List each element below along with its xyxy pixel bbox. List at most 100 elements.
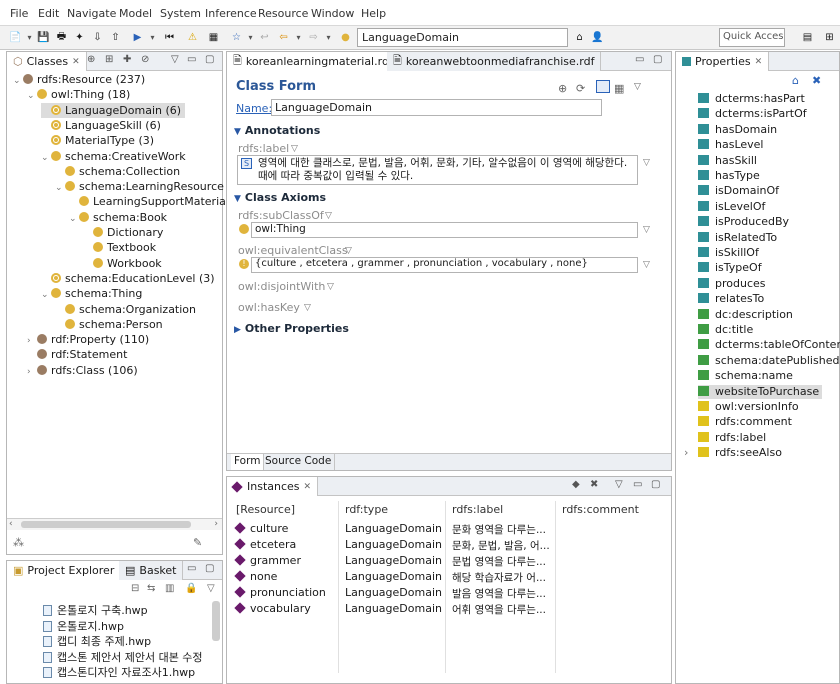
view-menu-icon[interactable]: ▽ [634, 82, 641, 92]
minimize-icon[interactable]: ▭ [635, 54, 644, 65]
export-icon[interactable]: ⇧ [108, 30, 123, 45]
report-icon[interactable]: ▦ [206, 30, 221, 45]
chevron-down-icon[interactable]: ▾ [321, 30, 336, 45]
maximize-icon[interactable]: ▢ [653, 54, 662, 65]
tab-project-explorer[interactable]: ▣ Project Explorer ✕ [7, 561, 133, 580]
value-menu-icon[interactable]: ▽ [643, 158, 650, 168]
name-field[interactable]: LanguageDomain [271, 99, 602, 116]
home-icon[interactable]: ⌂ [572, 30, 587, 45]
expanded-chevron-icon[interactable]: ⌄ [41, 151, 51, 166]
run-icon[interactable]: ▶ [130, 30, 145, 45]
hierarchy-icon[interactable]: ⁂ [13, 536, 24, 549]
value-menu-icon[interactable]: ▽ [643, 260, 650, 270]
chevron-down-icon[interactable]: ▾ [22, 30, 37, 45]
add-superclass-icon[interactable]: ▽ [325, 211, 332, 221]
tab-instances[interactable]: Instances ✕ [227, 477, 319, 496]
new-icon[interactable]: 📄 [8, 30, 23, 45]
add-disjoint-icon[interactable]: ▽ [327, 282, 334, 292]
property-item[interactable]: dc:description [698, 308, 793, 322]
tree-item[interactable]: schema:EducationLevel (3) [41, 271, 215, 286]
property-item[interactable]: relatesTo [698, 292, 764, 306]
class-axioms-section[interactable]: ▼ Class Axioms [234, 191, 326, 204]
tab-form[interactable]: Form [231, 454, 265, 470]
menu-model[interactable]: Model [119, 7, 152, 20]
link-icon[interactable]: ↩ [257, 30, 272, 45]
property-item[interactable]: dcterms:tableOfContents [698, 338, 840, 352]
tab-properties[interactable]: Properties ✕ [676, 52, 770, 71]
scroll-left-icon[interactable]: ‹ [9, 519, 13, 529]
tree-item[interactable]: schema:Person [55, 317, 163, 332]
property-item[interactable]: owl:versionInfo [698, 400, 799, 414]
delete-property-icon[interactable]: ✖ [812, 74, 821, 87]
property-item[interactable]: dcterms:hasPart [698, 92, 805, 106]
property-item[interactable]: websiteToPurchase [698, 384, 823, 399]
lock-icon[interactable]: 🔒 [185, 583, 197, 594]
create-instance-icon[interactable]: ✚ [123, 54, 131, 65]
add-equivalent-icon[interactable]: ▽ [345, 246, 352, 256]
view-menu-icon[interactable]: ▽ [615, 479, 623, 490]
tree-item[interactable]: ⌄ schema:Book [69, 210, 167, 225]
minimize-icon[interactable]: ▭ [633, 479, 642, 490]
menu-window[interactable]: Window [311, 7, 354, 20]
expanded-chevron-icon[interactable]: ⌄ [13, 74, 23, 89]
menu-file[interactable]: File [10, 7, 28, 20]
tree-item[interactable]: rdf:Statement [27, 347, 127, 362]
double-column-icon[interactable]: ▦ [614, 82, 624, 95]
menu-resource[interactable]: Resource [258, 7, 308, 20]
property-item[interactable]: hasLevel [698, 138, 763, 152]
property-item[interactable]: dcterms:isPartOf [698, 107, 807, 121]
perspective-icon[interactable]: ▤ [800, 30, 815, 45]
menu-navigate[interactable]: Navigate [67, 7, 116, 20]
property-item[interactable]: schema:datePublished [698, 354, 839, 368]
add-key-icon[interactable]: ▽ [304, 303, 311, 313]
file-item[interactable]: 캡스톤 제안서 제안서 대본 수정 [43, 650, 203, 665]
back-arrow-icon[interactable]: ⇦ [276, 30, 291, 45]
table-row[interactable]: grammer LanguageDomain 문법 영역을 다루는... [227, 554, 671, 570]
horizontal-scrollbar[interactable]: ‹ › [7, 518, 222, 530]
import-icon[interactable]: ⇩ [90, 30, 105, 45]
scroll-right-icon[interactable]: › [214, 519, 218, 529]
table-row[interactable]: vocabulary LanguageDomain 어휘 영역을 다루는... [227, 602, 671, 618]
close-icon[interactable]: ✕ [755, 57, 763, 67]
property-item[interactable]: isTypeOf [698, 261, 762, 275]
add-subclass-icon[interactable]: ⊕ [87, 54, 95, 65]
tab-classes[interactable]: ⬡ Classes ✕ [7, 52, 87, 71]
maximize-icon[interactable]: ▢ [205, 563, 214, 574]
create-instance-icon[interactable]: ◆ [572, 479, 580, 490]
forward-arrow-icon[interactable]: ⇨ [306, 30, 321, 45]
property-item[interactable]: › rdfs:seeAlso [684, 446, 782, 460]
tree-item[interactable]: ⌄ schema:CreativeWork [41, 149, 186, 164]
table-row[interactable]: culture LanguageDomain 문화 영역을 다루는... [227, 522, 671, 538]
menu-edit[interactable]: Edit [38, 7, 59, 20]
tree-item[interactable]: Textbook [83, 240, 156, 255]
column-header-type[interactable]: rdf:type [345, 503, 388, 516]
rdfs-label-field[interactable]: S 영역에 대한 클래스로, 문법, 발음, 어휘, 문화, 기타, 알수없음이… [237, 155, 638, 185]
tree-item[interactable]: Workbook [83, 256, 162, 271]
expanded-chevron-icon[interactable]: ⌄ [55, 181, 65, 196]
value-menu-icon[interactable]: ▽ [643, 225, 650, 235]
tree-item[interactable]: ⌄ schema:Thing [41, 286, 142, 301]
file-item[interactable]: 캡스톤디자인 자료조사1.hwp [43, 665, 195, 680]
quick-access-input[interactable]: Quick Access [719, 28, 785, 47]
expanded-chevron-icon[interactable]: ⌄ [69, 212, 79, 227]
add-annotation-icon[interactable]: ▽ [291, 144, 298, 154]
new-folder-icon[interactable]: ▥ [165, 583, 174, 594]
property-item[interactable]: isDomainOf [698, 184, 779, 198]
collapsed-chevron-icon[interactable]: › [684, 446, 688, 460]
table-row[interactable]: pronunciation LanguageDomain 발음 영역을 다루는... [227, 586, 671, 602]
tree-item[interactable]: ⌄ owl:Thing (18) [27, 87, 130, 102]
property-item[interactable]: schema:name [698, 369, 793, 383]
refresh-icon[interactable]: ⟳ [576, 82, 585, 95]
menu-inference[interactable]: Inference [205, 7, 257, 20]
vertical-scrollbar[interactable] [212, 601, 220, 641]
property-item[interactable]: rdfs:label [698, 431, 766, 445]
tab-koreanwebtoonmediafranchise[interactable]: 🗎 koreanwebtoonmediafranchise.rdf [387, 52, 602, 71]
add-property-icon[interactable]: ⌂ [792, 74, 799, 87]
table-row[interactable]: etcetera LanguageDomain 문화, 문법, 발음, 어... [227, 538, 671, 554]
property-item[interactable]: isLevelOf [698, 200, 765, 214]
skip-back-icon[interactable]: ⏮ [162, 30, 177, 45]
file-item[interactable]: 온톨로지 구축.hwp [43, 603, 148, 618]
collapsed-chevron-icon[interactable]: › [27, 365, 37, 380]
view-menu-icon[interactable]: ▽ [207, 583, 215, 594]
name-label[interactable]: Name: [236, 102, 272, 115]
